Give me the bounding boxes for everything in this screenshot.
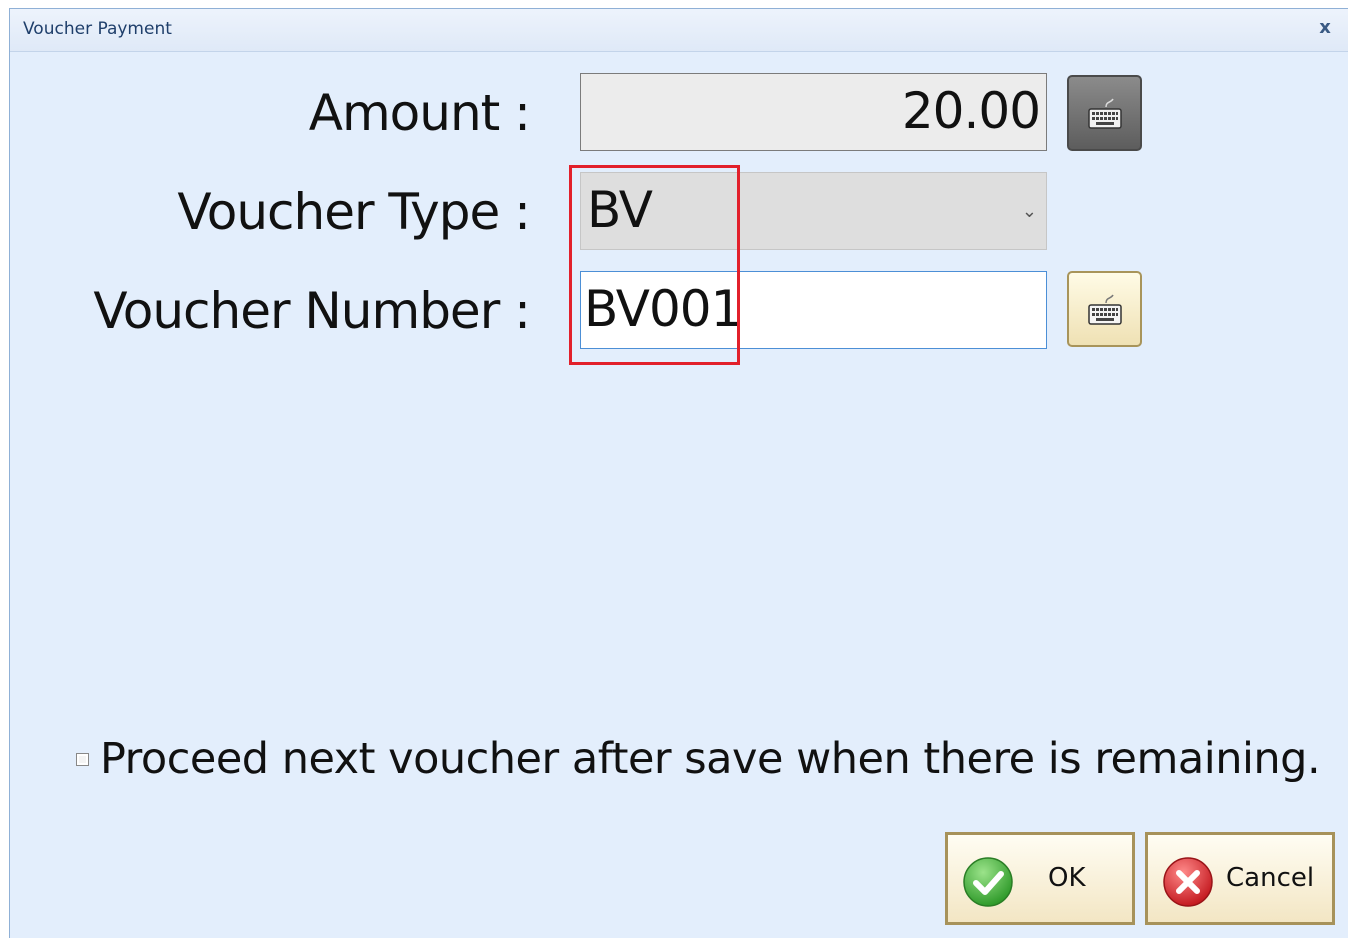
chevron-down-icon: ⌄ — [1021, 201, 1037, 222]
keyboard-icon — [1088, 98, 1122, 129]
ok-button[interactable]: OK — [945, 832, 1135, 925]
proceed-next-checkbox[interactable] — [76, 752, 89, 766]
proceed-next-option[interactable]: Proceed next voucher after save when the… — [76, 727, 1321, 791]
voucher-payment-dialog: Voucher Payment x Amount : 20.00 Voucher… — [9, 8, 1348, 938]
title-bar: Voucher Payment x — [10, 9, 1348, 52]
proceed-next-label: Proceed next voucher after save when the… — [100, 734, 1321, 784]
cancel-button[interactable]: Cancel — [1145, 832, 1335, 925]
cancel-label: Cancel — [1226, 863, 1315, 893]
amount-keyboard-button[interactable] — [1067, 75, 1142, 151]
amount-label: Amount : — [308, 84, 531, 142]
voucher-type-label: Voucher Type : — [177, 183, 531, 241]
voucher-number-input[interactable]: BV001 — [580, 271, 1047, 349]
close-button[interactable]: x — [1314, 17, 1336, 39]
voucher-number-keyboard-button[interactable] — [1067, 271, 1142, 347]
x-circle-icon — [1163, 857, 1213, 907]
keyboard-icon — [1088, 294, 1122, 325]
voucher-type-select[interactable]: BV ⌄ — [580, 172, 1047, 250]
check-circle-icon — [963, 857, 1013, 907]
dialog-title: Voucher Payment — [23, 19, 172, 39]
voucher-number-label: Voucher Number : — [93, 282, 531, 340]
ok-label: OK — [1048, 863, 1086, 893]
voucher-type-value: BV — [587, 181, 653, 239]
amount-field[interactable]: 20.00 — [580, 73, 1047, 151]
